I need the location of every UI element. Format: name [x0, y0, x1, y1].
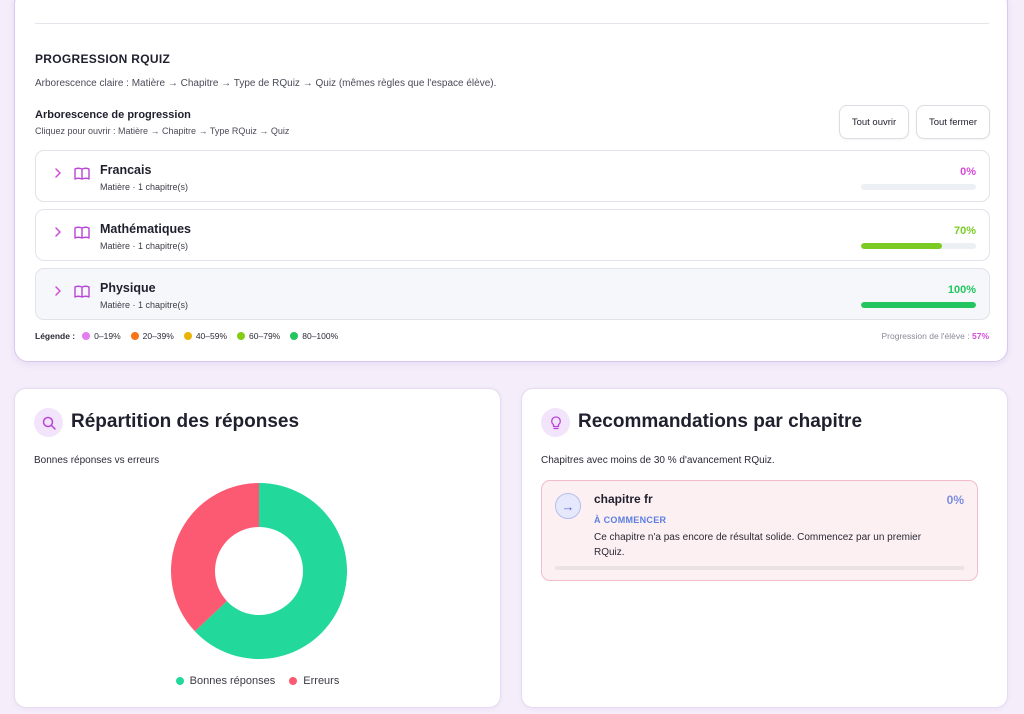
open-all-button[interactable]: Tout ouvrir — [839, 105, 909, 139]
recommendation-item[interactable]: → chapitre fr 0% À COMMENCER Ce chapitre… — [541, 480, 978, 581]
legend-item: 40–59% — [183, 331, 228, 341]
responses-donut-chart — [171, 483, 347, 659]
lightbulb-icon — [541, 408, 570, 437]
chart-legend-label: Erreurs — [303, 675, 340, 687]
responses-title: Répartition des réponses — [71, 411, 300, 432]
divider — [35, 23, 989, 24]
legend-item: 80–100% — [290, 331, 338, 341]
subject-name: Physique — [100, 281, 156, 295]
progress-bar — [861, 184, 976, 190]
responses-subtitle: Bonnes réponses vs erreurs — [34, 455, 160, 466]
legend-item-label: 60–79% — [249, 331, 281, 341]
search-icon — [34, 408, 63, 437]
chart-legend-label: Bonnes réponses — [189, 675, 276, 687]
progress-bar-fill — [861, 302, 976, 308]
recommendations-title: Recommandations par chapitre — [578, 411, 863, 432]
recommendations-card: Recommandations par chapitre Chapitres a… — [521, 388, 1008, 708]
section-title: PROGRESSION RQUIZ — [35, 52, 171, 66]
legend-dot — [130, 332, 139, 340]
chart-legend: Bonnes réponses Erreurs — [15, 675, 500, 687]
book-icon — [74, 285, 90, 298]
subject-row-francais[interactable]: Francais Matière · 1 chapitre(s) 0% — [35, 150, 990, 202]
chart-legend-dot — [289, 677, 298, 685]
student-progress: Progression de l'élève : 57% — [882, 331, 989, 341]
legend-dot — [82, 332, 91, 340]
subject-row-physique[interactable]: Physique Matière · 1 chapitre(s) 100% — [35, 268, 990, 320]
responses-card: Répartition des réponses Bonnes réponses… — [14, 388, 501, 708]
section-description: Arborescence claire : Matière → Chapitre… — [35, 78, 497, 89]
recommendation-text: Ce chapitre n'a pas encore de résultat s… — [594, 532, 922, 558]
book-icon — [74, 167, 90, 180]
recommendations-subtitle: Chapitres avec moins de 30 % d'avancemen… — [541, 455, 775, 466]
progress-bar — [861, 243, 976, 249]
tree-title: Arborescence de progression — [35, 109, 191, 121]
chart-legend-dot — [175, 677, 184, 685]
subject-meta: Matière · 1 chapitre(s) — [100, 300, 189, 310]
chevron-right-icon[interactable] — [51, 225, 65, 239]
legend-dot — [183, 332, 192, 340]
recommendation-percent: 0% — [946, 493, 964, 507]
legend-dot — [237, 332, 246, 340]
chart-legend-item: Erreurs — [289, 675, 339, 687]
chart-legend-item: Bonnes réponses — [175, 675, 276, 687]
chevron-right-icon[interactable] — [51, 166, 65, 180]
subject-name: Francais — [100, 163, 152, 177]
subject-percent: 0% — [960, 166, 976, 178]
legend-item-label: 40–59% — [195, 331, 228, 341]
tree-hint: Cliquez pour ouvrir : Matière → Chapitre… — [35, 126, 290, 136]
donut-slice-errors — [171, 483, 259, 632]
subject-row-mathematiques[interactable]: Mathématiques Matière · 1 chapitre(s) 70… — [35, 209, 990, 261]
close-all-button[interactable]: Tout fermer — [916, 105, 990, 139]
legend-item-label: 20–39% — [142, 331, 174, 341]
subject-meta: Matière · 1 chapitre(s) — [100, 182, 189, 192]
legend-item: 60–79% — [237, 331, 280, 341]
progress-legend: Légende : 0–19% 20–39% 40–59% 60–79% 80–… — [35, 331, 348, 341]
subject-percent: 100% — [947, 284, 976, 296]
arrow-right-icon: → — [555, 493, 581, 519]
legend-item-label: 0–19% — [94, 331, 121, 341]
legend-item-label: 80–100% — [302, 331, 339, 341]
progression-card: PROGRESSION RQUIZ Arborescence claire : … — [14, 0, 1008, 362]
subject-meta: Matière · 1 chapitre(s) — [100, 241, 189, 251]
legend-item: 20–39% — [130, 331, 174, 341]
recommendation-chapter-name: chapitre fr — [594, 492, 653, 506]
subject-name: Mathématiques — [100, 222, 191, 236]
progress-bar-fill — [861, 243, 942, 249]
recommendation-progress-bar — [555, 566, 964, 570]
student-progress-value: 57% — [971, 331, 989, 341]
subject-percent: 70% — [953, 225, 976, 237]
legend-item: 0–19% — [82, 331, 121, 341]
book-icon — [74, 226, 90, 239]
legend-label: Légende : — [35, 331, 76, 341]
recommendation-status: À COMMENCER — [594, 515, 667, 525]
progress-bar — [861, 302, 976, 308]
chevron-right-icon[interactable] — [51, 284, 65, 298]
student-progress-label: Progression de l'élève : — [881, 331, 970, 341]
legend-dot — [290, 332, 299, 340]
